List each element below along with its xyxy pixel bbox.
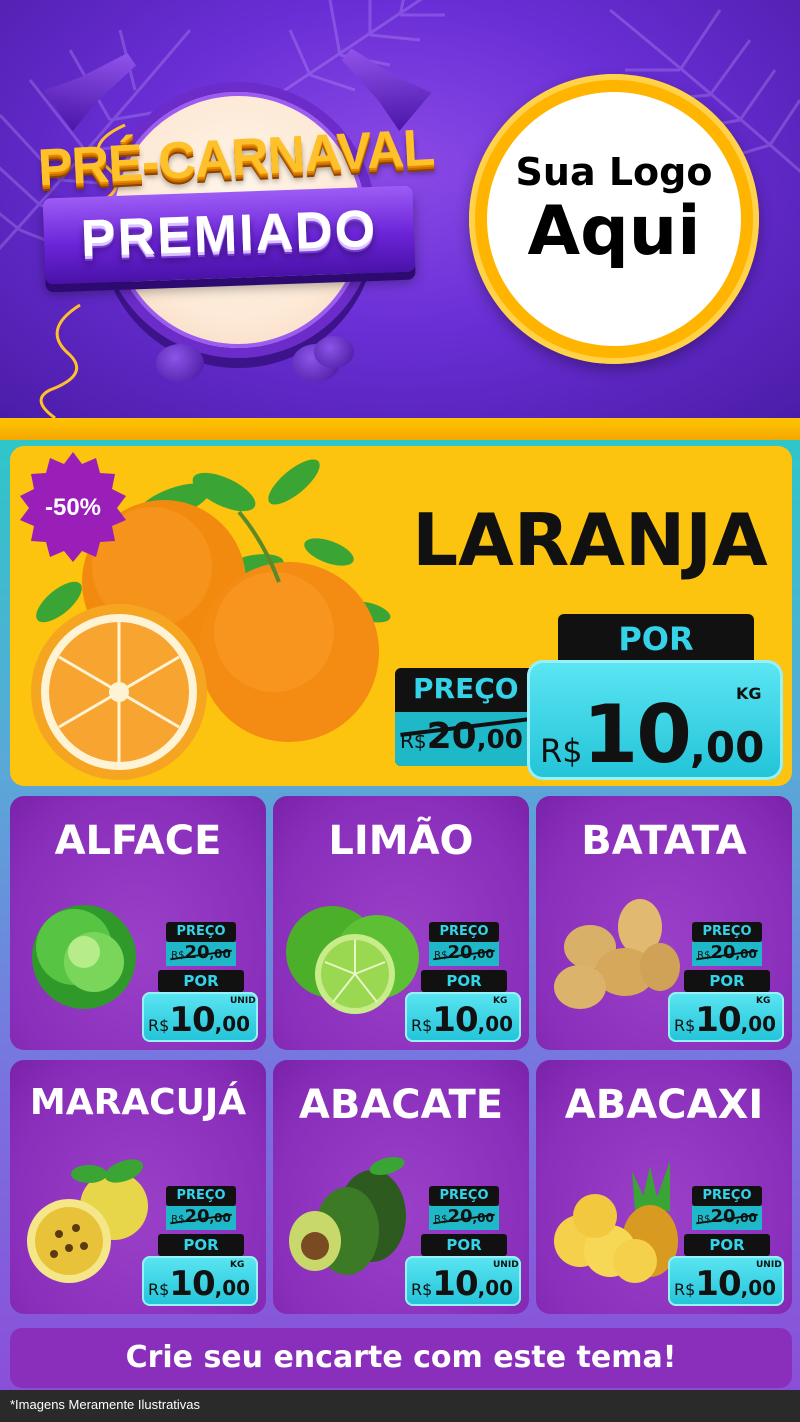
product-name: MARACUJÁ bbox=[29, 1082, 247, 1123]
cta-label: Crie seu encarte com este tema! bbox=[125, 1340, 677, 1375]
old-price-label: PREÇO bbox=[702, 924, 752, 939]
yellow-divider bbox=[0, 418, 800, 440]
new-price-label: POR bbox=[709, 1236, 745, 1254]
disclaimer-text: *Imagens Meramente Ilustrativas bbox=[10, 1397, 201, 1412]
new-price-label: POR bbox=[709, 972, 745, 990]
old-price-label: PREÇO bbox=[702, 1188, 752, 1203]
new-price-value: R$10,00 bbox=[540, 688, 765, 781]
discount-badge-label: -50% bbox=[44, 494, 102, 521]
new-price-label: POR bbox=[446, 972, 482, 990]
new-price-value: R$10,00 bbox=[411, 1000, 514, 1040]
new-price-value: R$10,00 bbox=[148, 1000, 251, 1040]
new-price-label: POR bbox=[183, 972, 219, 990]
old-price-label: PREÇO bbox=[439, 924, 489, 939]
product-name: LIMÃO bbox=[328, 818, 474, 864]
product-name: BATATA bbox=[581, 818, 747, 864]
new-price-value: R$10,00 bbox=[674, 1000, 777, 1040]
streamer-decoration bbox=[39, 303, 81, 418]
old-price-label: PREÇO bbox=[439, 1188, 489, 1203]
drum-foot-decoration bbox=[314, 336, 354, 368]
new-price-label: POR bbox=[618, 620, 694, 658]
featured-product-name: LARANJA bbox=[412, 498, 768, 582]
new-price-value: R$10,00 bbox=[411, 1264, 514, 1304]
new-price-label: POR bbox=[183, 1236, 219, 1254]
header-banner: PRÉ-CARNAVAL PREMIADO Sua Logo Aqui bbox=[0, 0, 800, 418]
logo-placeholder-text: Aqui bbox=[527, 192, 701, 271]
new-price-value: R$10,00 bbox=[148, 1264, 251, 1304]
product-name: ABACATE bbox=[298, 1082, 504, 1128]
drum-foot-decoration bbox=[156, 344, 204, 382]
new-price-value: R$10,00 bbox=[674, 1264, 777, 1304]
old-price-label: PREÇO bbox=[176, 924, 226, 939]
logo-placeholder-text: Sua Logo bbox=[515, 150, 713, 194]
product-name: ALFACE bbox=[54, 818, 222, 864]
product-name: ABACAXI bbox=[564, 1082, 764, 1128]
old-price-label: PREÇO bbox=[413, 672, 519, 705]
flyer-page: PRÉ-CARNAVAL PREMIADO Sua Logo Aqui -50%… bbox=[0, 0, 800, 1422]
old-price-label: PREÇO bbox=[176, 1188, 226, 1203]
new-price-label: POR bbox=[446, 1236, 482, 1254]
